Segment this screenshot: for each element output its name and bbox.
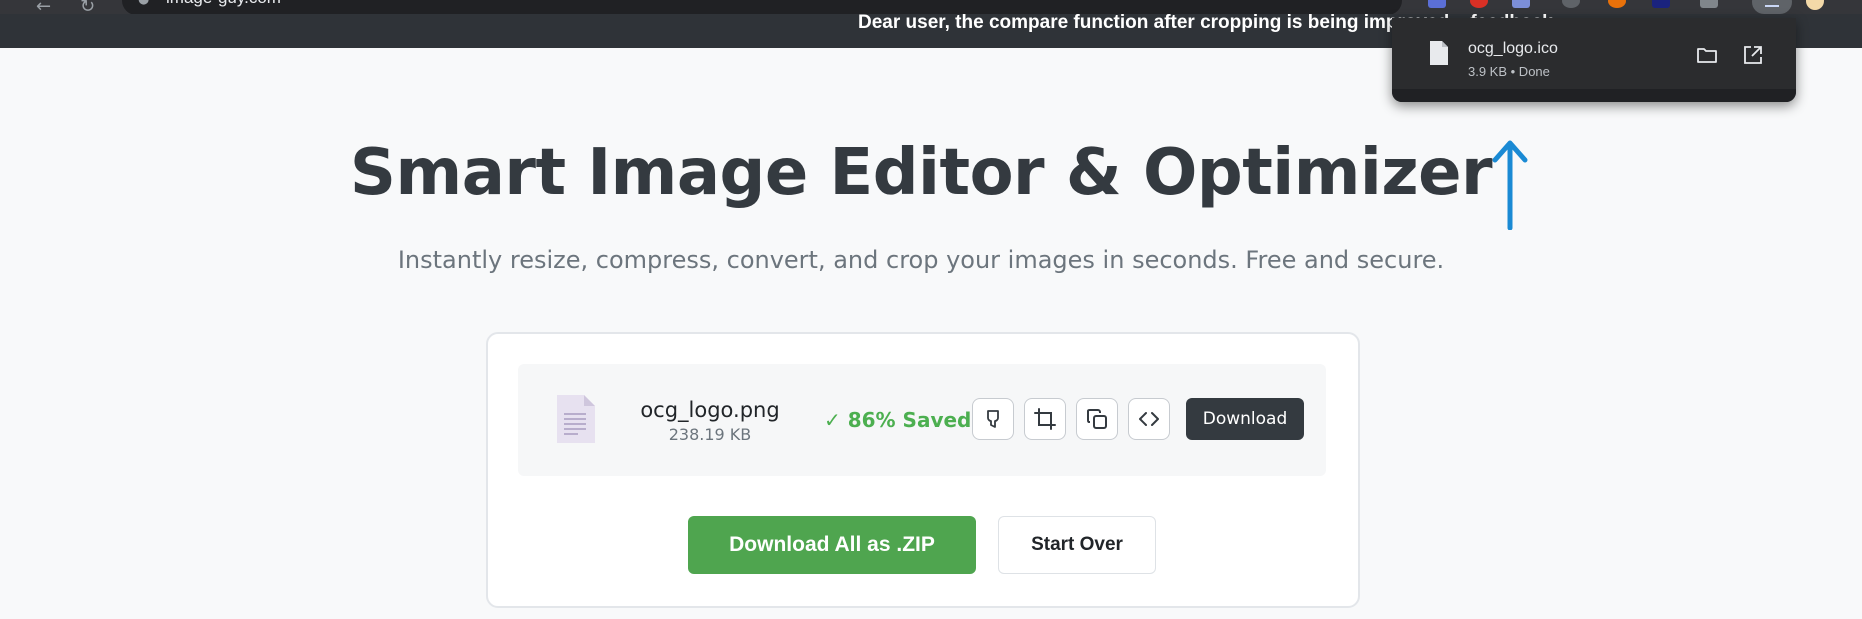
page-title: Smart Image Editor & Optimizer <box>349 136 1493 210</box>
show-in-folder-button[interactable] <box>1694 42 1720 68</box>
extension-icon[interactable] <box>1652 0 1670 8</box>
color-picker-icon <box>987 410 999 428</box>
page-subtitle: Instantly resize, compress, convert, and… <box>397 246 1445 274</box>
download-all-zip-button[interactable]: Download All as .ZIP <box>688 516 976 574</box>
address-bar[interactable]: ● image-guy.com ★ <box>122 0 1510 15</box>
file-icon <box>1430 41 1448 65</box>
savings-badge: ✓ 86% Saved <box>824 408 972 432</box>
download-meta: 3.9 KB • Done <box>1468 64 1550 79</box>
start-over-button[interactable]: Start Over <box>998 516 1156 574</box>
extension-icon[interactable] <box>1470 0 1488 8</box>
url-text[interactable]: image-guy.com <box>166 0 281 8</box>
file-size: 238.19 KB <box>668 425 752 444</box>
profile-icon[interactable] <box>1806 0 1824 10</box>
download-button[interactable]: Download <box>1186 398 1304 440</box>
extension-icon[interactable] <box>1700 0 1718 8</box>
code-icon <box>1139 412 1159 426</box>
site-info-icon[interactable]: ● <box>138 0 149 7</box>
folder-icon <box>1697 48 1717 63</box>
popup-footer <box>1392 89 1796 102</box>
document-icon <box>557 395 595 443</box>
color-picker-button[interactable] <box>972 398 1014 440</box>
extension-icon[interactable] <box>1428 0 1446 8</box>
bookmark-star-icon[interactable]: ★ <box>1496 0 1510 3</box>
crop-button[interactable] <box>1024 398 1066 440</box>
extension-icon[interactable] <box>1608 0 1626 8</box>
crop-icon <box>1034 408 1056 430</box>
code-button[interactable] <box>1128 398 1170 440</box>
downloads-popup: ocg_logo.ico 3.9 KB • Done <box>1392 18 1796 102</box>
result-card: ocg_logo.png 238.19 KB ✓ 86% Saved Downl… <box>486 332 1360 608</box>
download-file-name[interactable]: ocg_logo.ico <box>1468 40 1558 58</box>
downloads-icon[interactable] <box>1752 0 1792 14</box>
file-name: ocg_logo.png <box>640 398 780 422</box>
extension-icon[interactable] <box>1512 0 1530 8</box>
open-file-button[interactable] <box>1740 42 1766 68</box>
copy-button[interactable] <box>1076 398 1118 440</box>
extension-icon[interactable] <box>1562 0 1580 8</box>
file-item-row: ocg_logo.png 238.19 KB ✓ 86% Saved Downl… <box>518 364 1326 476</box>
open-external-icon <box>1744 46 1762 64</box>
copy-icon <box>1087 409 1107 429</box>
